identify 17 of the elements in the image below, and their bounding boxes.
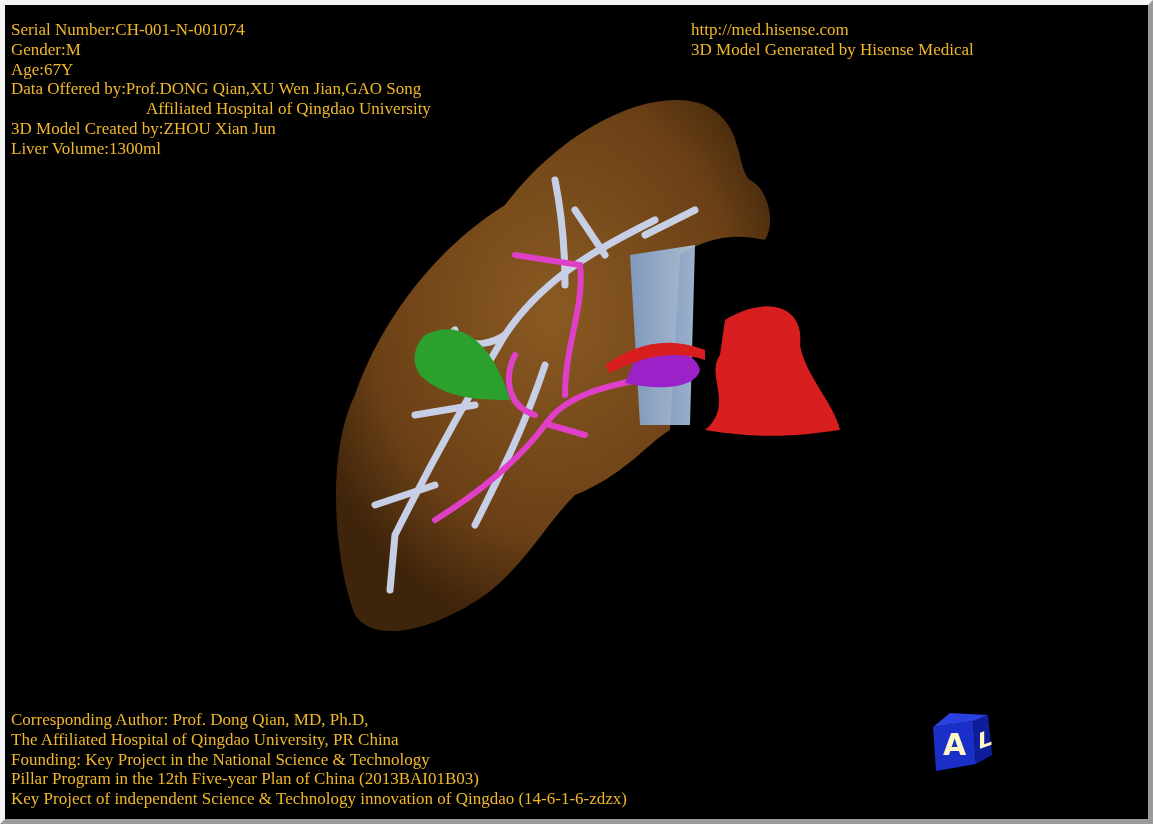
credit-text: 3D Model Generated by Hisense Medical — [691, 39, 974, 60]
info-text: 3D Model Created by:ZHOU Xian Jun — [11, 119, 276, 139]
credit-text: http://med.hisense.com — [691, 20, 849, 40]
info-text: Data Offered by:Prof.DONG Qian,XU Wen Jian,GAO Song — [11, 79, 422, 100]
info-text: Liver Volume:1300ml — [11, 138, 161, 159]
cube-side-label: L — [978, 724, 992, 755]
info-text: Gender:M — [11, 39, 81, 60]
footer-text: Founding: Key Project in the National Science & Technology — [11, 749, 430, 770]
footer-text: Corresponding Author: Prof. Dong Qian, MD, Ph.D, — [11, 710, 369, 730]
footer-text: Pillar Program in the 12th Five-year Plan of China (2013BAI01B03) — [11, 769, 479, 790]
info-text: Serial Number:CH-001-N-001074 — [11, 20, 245, 40]
orientation-cube[interactable] — [933, 713, 992, 771]
info-text: Age:67Y — [11, 59, 74, 80]
footer-text: The Affiliated Hospital of Qingdao University, PR China — [11, 729, 399, 750]
info-text: Affiliated Hospital of Qingdao University — [146, 99, 431, 119]
cube-face-label: A — [943, 727, 967, 762]
footer-text: Key Project of independent Science & Technology innovation of Qingdao (14-6-1-6-zdzx) — [11, 789, 627, 809]
